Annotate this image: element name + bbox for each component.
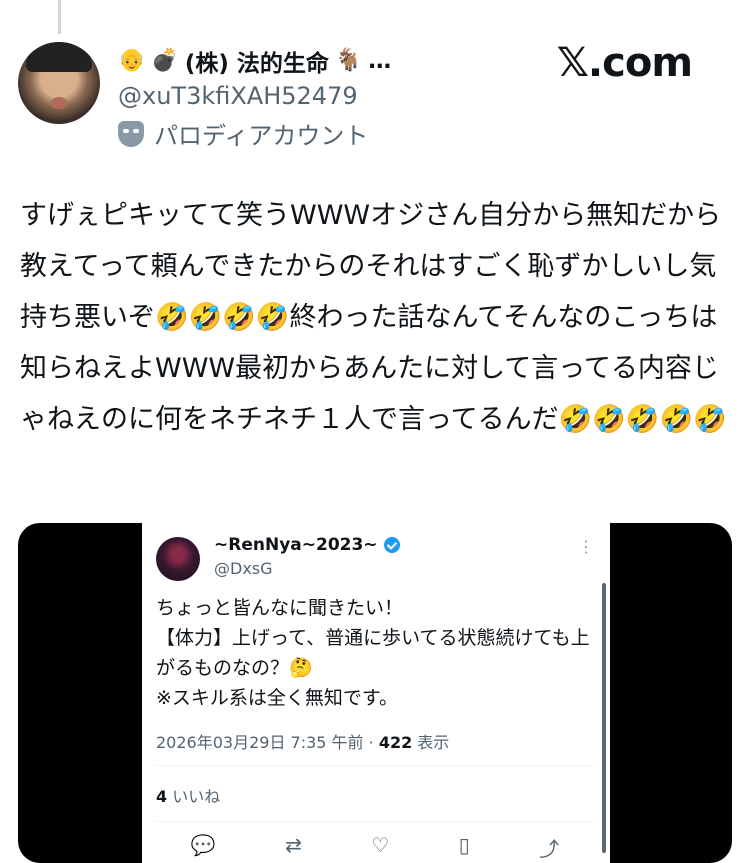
rolling-laughing-emoji-group: 🤣🤣🤣🤣🤣 (558, 404, 727, 435)
quoted-author-name: ~RenNya~2023~ (214, 535, 378, 555)
goat-emoji-icon: 🐐 (334, 48, 363, 73)
name-ellipsis: … (368, 48, 392, 74)
attached-screenshot-media[interactable]: ~RenNya~2023~ @DxsG ⋮ ちょっと皆んなに聞きたい！ 【体力】… (18, 523, 732, 863)
parody-account-badge: パロディアカウント (118, 116, 368, 151)
quoted-likes-count: 4 (156, 787, 168, 806)
quoted-post-text: ちょっと皆んなに聞きたい！ 【体力】上げって、普通に歩いてる状態続けても上がるも… (156, 593, 596, 713)
quoted-text-line: ※スキル系は全く無知です。 (156, 687, 399, 709)
divider (156, 765, 594, 766)
avatar-mouth (51, 97, 67, 109)
quoted-likes: 4 いいね (156, 783, 220, 807)
author-avatar[interactable] (18, 42, 100, 124)
quoted-likes-label: いいね (167, 787, 221, 806)
quoted-text-line: ちょっと皆んなに聞きたい！ (156, 597, 404, 619)
quoted-author-avatar (156, 537, 200, 581)
more-options-icon: ⋮ (578, 537, 594, 556)
parody-label: パロディアカウント (154, 122, 369, 150)
quoted-views-count: 422 (378, 733, 413, 752)
x-com-logo: 𝕏.com (556, 40, 693, 86)
tweet-text: すげぇピキッてて笑うWWWオジさん自分から無知だから教えてって頼んできたからのそ… (20, 190, 730, 445)
quoted-timestamp: 2026年03月29日 7:35 午前 · (156, 733, 379, 752)
quoted-action-bar: 💬 ⇄ ♡ ▯ ⤴ (156, 833, 594, 862)
retweet-icon: ⇄ (285, 833, 302, 857)
quoted-author-name-row: ~RenNya~2023~ (214, 535, 400, 555)
author-name: (株) 法的生命 (184, 51, 329, 77)
share-icon: ⤴ (539, 837, 560, 861)
bomb-emoji-icon: 💣 (151, 48, 179, 73)
divider (156, 821, 594, 822)
rolling-laughing-emoji-group: 🤣🤣🤣🤣 (155, 302, 290, 333)
author-name-row[interactable]: 👴 💣 (株) 法的生命 🐐 … (118, 44, 391, 78)
old-man-emoji-icon: 👴 (118, 48, 146, 73)
screenshot-scrollbar (602, 583, 606, 853)
quoted-author-handle: @DxsG (214, 559, 273, 578)
bookmark-icon: ▯ (458, 833, 470, 857)
quoted-post-meta: 2026年03月29日 7:35 午前 · 422 表示 (156, 729, 449, 753)
author-handle[interactable]: @xuT3kfiXAH52479 (118, 82, 358, 110)
reply-icon: 💬 (190, 833, 216, 857)
avatar-hair (26, 42, 92, 72)
quoted-views-label: 表示 (412, 733, 450, 752)
verified-badge-icon (383, 537, 400, 553)
like-icon: ♡ (371, 833, 390, 857)
quoted-post-screenshot: ~RenNya~2023~ @DxsG ⋮ ちょっと皆んなに聞きたい！ 【体力】… (142, 523, 610, 863)
quoted-text-line: 【体力】上げって、普通に歩いてる状態続けても上がるものなの？🤔 (156, 627, 590, 679)
thread-connector-line (58, 0, 61, 34)
theater-mask-icon (118, 120, 144, 147)
